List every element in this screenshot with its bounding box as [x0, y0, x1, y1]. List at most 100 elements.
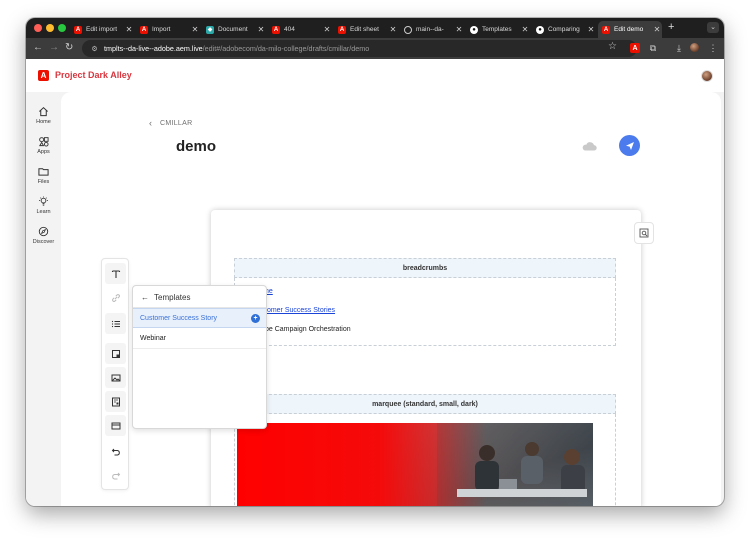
tab-title: Edit demo [614, 26, 644, 33]
find-button[interactable] [634, 222, 654, 244]
close-icon[interactable]: ✕ [190, 25, 200, 34]
templates-panel-title: Templates [154, 293, 191, 302]
block-library-icon [111, 397, 120, 406]
office-photo-image [437, 423, 593, 506]
browser-tab[interactable]: A Edit import ✕ [70, 21, 134, 38]
reload-icon[interactable]: ↻ [65, 42, 73, 54]
redo-button[interactable] [105, 465, 126, 486]
user-avatar[interactable] [701, 70, 713, 82]
browser-tab[interactable]: ● Templates ✕ [466, 21, 530, 38]
close-icon[interactable]: ✕ [256, 25, 266, 34]
github-icon: ● [536, 25, 544, 34]
breadcrumb-link[interactable]: tomer Success Stories [265, 307, 335, 314]
block-library-button[interactable] [105, 391, 126, 412]
bookmark-star-icon[interactable]: ☆ [608, 41, 617, 52]
block-body [234, 414, 616, 506]
close-icon[interactable]: ✕ [652, 25, 662, 34]
section-icon [111, 422, 120, 429]
template-item-label: Webinar [140, 335, 166, 342]
adobe-logo-icon[interactable]: A [38, 70, 49, 81]
home-icon [39, 106, 48, 117]
template-item-customer-success-story[interactable]: Customer Success Story + [133, 308, 266, 328]
arrow-left-icon[interactable]: ← [141, 293, 149, 302]
undo-button[interactable] [105, 441, 126, 462]
maximize-window-button[interactable] [58, 24, 66, 32]
close-icon[interactable]: ✕ [388, 25, 398, 34]
tab-search-button[interactable]: ⌄ [707, 22, 719, 33]
block-name: breadcrumbs [402, 264, 448, 272]
close-icon[interactable]: ✕ [454, 25, 464, 34]
tab-title: Comparing [548, 26, 580, 33]
nav-label: Files [37, 179, 50, 185]
nav-item-learn[interactable]: Learn [26, 196, 61, 215]
browser-tab[interactable]: A Edit sheet ✕ [334, 21, 398, 38]
download-icon[interactable]: ⤓ [674, 43, 684, 53]
app-header: A Project Dark Alley [26, 59, 724, 92]
nav-item-discover[interactable]: Discover [26, 226, 61, 245]
adobe-icon: A [272, 25, 280, 34]
close-icon[interactable]: ✕ [520, 25, 530, 34]
adobe-icon: A [602, 25, 610, 34]
browser-tab[interactable]: main--da- ✕ [400, 21, 464, 38]
tab-title: Edit import [86, 26, 118, 33]
compass-icon [38, 226, 49, 237]
templates-panel-header[interactable]: ← Templates [141, 293, 190, 302]
image-icon [111, 374, 120, 381]
menu-dots-icon[interactable]: ⋮ [708, 43, 718, 53]
adobe-icon: A [74, 25, 82, 34]
profile-avatar[interactable] [690, 43, 699, 52]
tab-title: Import [152, 26, 171, 33]
tab-title: Edit sheet [350, 26, 379, 33]
nav-item-home[interactable]: Home [26, 106, 61, 125]
cloud-icon [582, 142, 597, 151]
browser-tab[interactable]: ● Comparing ✕ [532, 21, 596, 38]
nav-label: Home [36, 119, 51, 125]
forward-icon[interactable]: → [49, 42, 59, 54]
block-name: marquee (standard, small, dark) [372, 400, 478, 408]
link-icon [111, 293, 120, 302]
url-path: /edit#/adobecom/da-milo-college/drafts/c… [202, 44, 370, 53]
new-tab-button[interactable]: + [668, 21, 674, 33]
close-icon[interactable]: ✕ [322, 25, 332, 34]
lightbulb-icon [39, 196, 48, 206]
site-info-icon[interactable]: ⚙ [90, 44, 99, 53]
section-button[interactable] [105, 415, 126, 436]
adobe-extension-icon[interactable]: A [630, 43, 640, 53]
template-item-label: Customer Success Story [140, 314, 218, 322]
url-host: tmplts--da-live--adobe.aem.live [104, 44, 203, 53]
close-icon[interactable]: ✕ [586, 25, 596, 34]
publish-button[interactable] [619, 135, 640, 156]
nav-item-files[interactable]: Files [26, 166, 61, 185]
list-button[interactable] [105, 313, 126, 334]
browser-tab[interactable]: A Import ✕ [136, 21, 200, 38]
minimize-window-button[interactable] [46, 24, 54, 32]
address-bar[interactable]: ⚙ tmplts--da-live--adobe.aem.live/edit#/… [82, 40, 637, 57]
link-button[interactable] [105, 287, 126, 308]
extensions-icon[interactable]: ⧉ [648, 43, 658, 53]
add-circle-icon[interactable]: + [251, 314, 260, 323]
chevron-left-icon[interactable]: ‹ [149, 118, 152, 128]
document-page[interactable]: breadcrumbs ne tomer Success Stories be … [211, 210, 641, 506]
nav-label: Apps [37, 149, 50, 155]
back-icon[interactable]: ← [33, 42, 43, 54]
close-window-button[interactable] [34, 24, 42, 32]
tab-title: main--da- [416, 26, 444, 33]
app-name[interactable]: Project Dark Alley [55, 70, 132, 80]
browser-toolbar: ← → ↻ ⚙ tmplts--da-live--adobe.aem.live /… [26, 38, 724, 59]
find-in-document-icon [639, 228, 649, 238]
nav-label: Discover [32, 239, 55, 245]
globe-icon [404, 25, 412, 34]
breadcrumb[interactable]: CMILLAR [160, 120, 192, 127]
close-icon[interactable]: ✕ [124, 25, 134, 34]
apps-icon [39, 137, 49, 147]
template-item-webinar[interactable]: Webinar [133, 329, 266, 349]
nav-item-apps[interactable]: Apps [26, 136, 61, 155]
marquee-image[interactable] [237, 423, 593, 506]
tab-bar: A Edit import ✕ A Import ✕ ◆ Document ✕ … [26, 18, 724, 38]
browser-tab-active[interactable]: A Edit demo ✕ [598, 21, 662, 38]
image-button[interactable] [105, 367, 126, 388]
browser-tab[interactable]: ◆ Document ✕ [202, 21, 266, 38]
browser-tab[interactable]: A 404 ✕ [268, 21, 332, 38]
text-style-button[interactable] [105, 263, 126, 284]
templates-button[interactable] [105, 343, 126, 364]
